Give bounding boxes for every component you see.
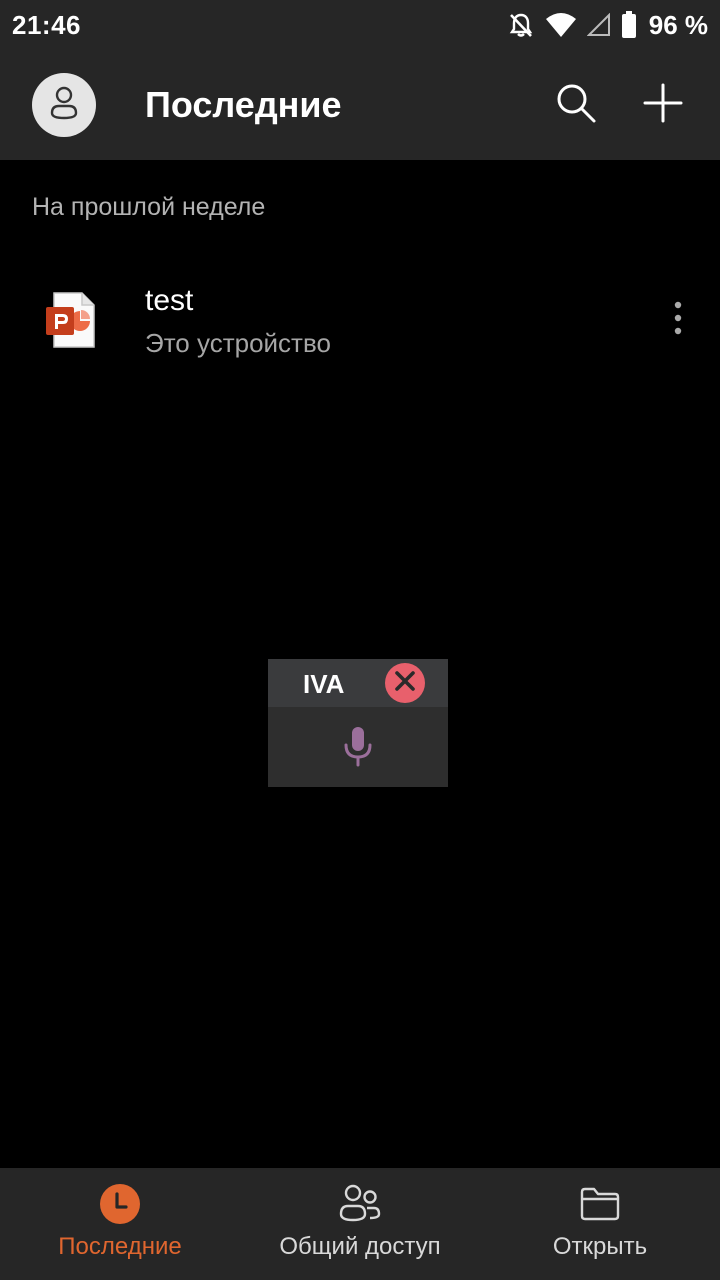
- nav-label-recent: Последние: [58, 1233, 182, 1260]
- list-item[interactable]: test Это устройство: [0, 262, 720, 378]
- status-time: 21:46: [12, 9, 81, 40]
- avatar[interactable]: [32, 73, 96, 137]
- nav-item-open[interactable]: Открыть: [480, 1168, 720, 1280]
- notifications-off-icon: [507, 11, 535, 39]
- more-options-button[interactable]: [662, 300, 694, 340]
- signal-icon: [586, 13, 611, 37]
- status-icons: 96 %: [507, 10, 708, 41]
- nav-item-recent[interactable]: Последние: [0, 1168, 240, 1280]
- close-icon: [394, 670, 416, 697]
- page-title: Последние: [145, 84, 342, 125]
- add-button[interactable]: [640, 82, 686, 128]
- iva-close-button[interactable]: [385, 663, 425, 703]
- clock-icon: [100, 1183, 140, 1229]
- microphone-icon: [342, 727, 374, 773]
- folder-icon: [579, 1186, 621, 1227]
- powerpoint-file-icon: [44, 291, 96, 349]
- file-location: Это устройство: [145, 328, 331, 358]
- app-header: Последние: [0, 50, 720, 160]
- iva-widget[interactable]: IVA: [268, 659, 448, 787]
- status-bar: 21:46 96 %: [0, 0, 720, 50]
- wifi-icon: [545, 12, 577, 38]
- person-icon: [49, 86, 79, 125]
- file-name: test: [145, 284, 194, 317]
- iva-mic-button[interactable]: [342, 725, 374, 769]
- battery-percent: 96 %: [648, 9, 708, 40]
- nav-item-shared[interactable]: Общий доступ: [240, 1168, 480, 1280]
- nav-label-open: Открыть: [552, 1233, 648, 1260]
- people-icon: [338, 1184, 382, 1229]
- more-vert-icon: [673, 300, 683, 341]
- nav-label-shared: Общий доступ: [279, 1233, 441, 1260]
- search-button[interactable]: [553, 82, 599, 128]
- iva-title: IVA: [303, 669, 345, 699]
- search-icon: [555, 82, 597, 129]
- iva-header[interactable]: IVA: [268, 659, 448, 707]
- plus-icon: [642, 82, 684, 129]
- battery-icon: [621, 11, 637, 39]
- section-label: На прошлой неделе: [32, 193, 266, 221]
- bottom-nav: Последние Общий доступ Открыть: [0, 1168, 720, 1280]
